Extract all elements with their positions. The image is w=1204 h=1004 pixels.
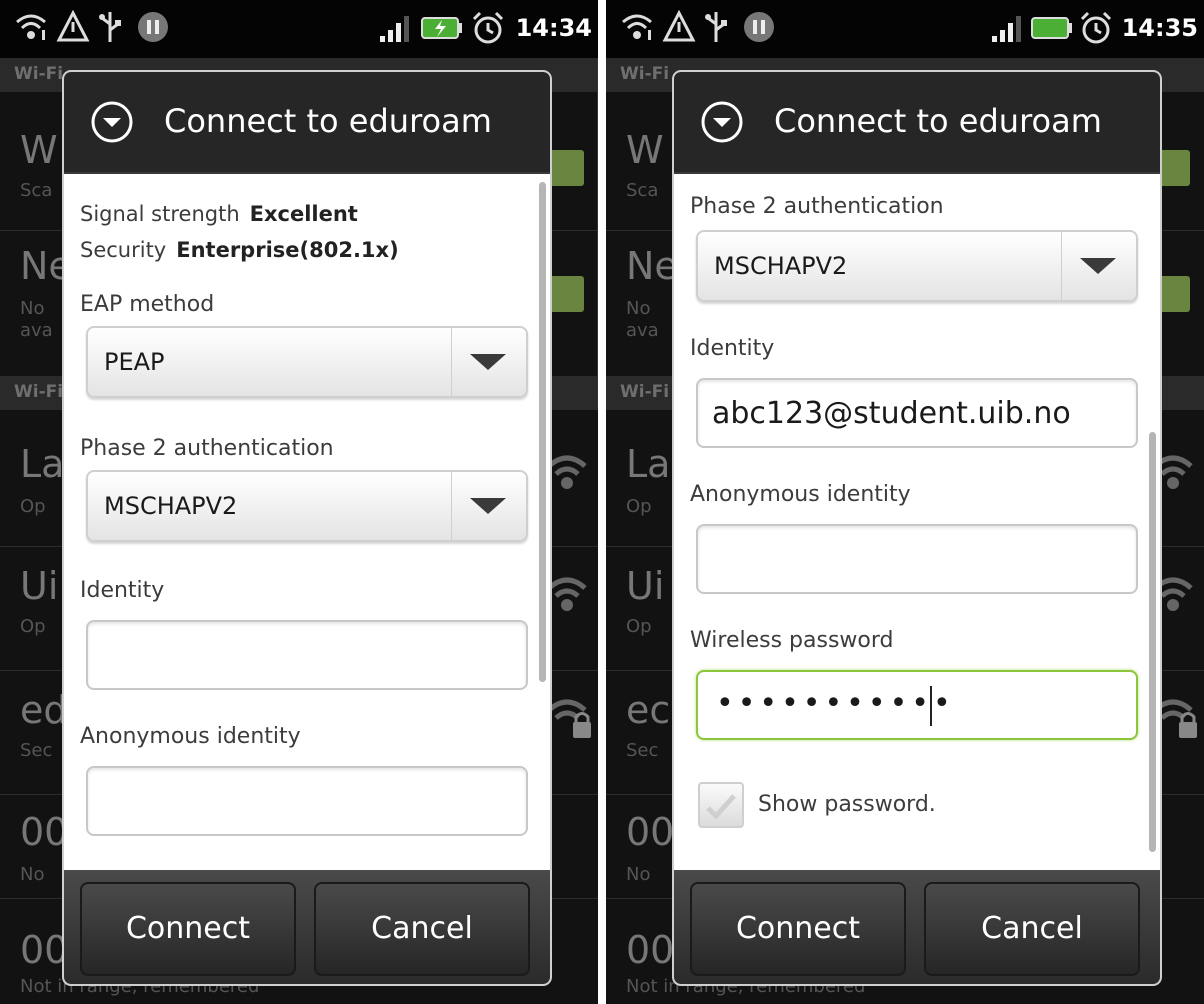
warning-icon xyxy=(662,10,696,42)
list-item-title: La xyxy=(20,442,65,486)
list-item-subtitle: Sca xyxy=(626,180,659,201)
eap-method-value: PEAP xyxy=(104,348,165,376)
dialog-title: Connect to eduroam xyxy=(774,102,1102,140)
wireless-password-label: Wireless password xyxy=(690,628,894,653)
list-item-subtitle: Sec xyxy=(20,740,53,761)
list-item-title: ed xyxy=(20,688,68,732)
anonymous-identity-label: Anonymous identity xyxy=(690,482,911,507)
identity-value: abc123@student.uib.no xyxy=(712,396,1071,431)
list-item-title: Ui xyxy=(626,564,665,608)
security-value: Enterprise(802.1x) xyxy=(176,238,399,262)
list-item-subtitle: Op xyxy=(626,616,652,637)
dropdown-arrow-icon xyxy=(470,498,506,514)
list-item-subtitle: Sca xyxy=(20,180,53,201)
list-item-subtitle: Sec xyxy=(626,740,659,761)
list-item-subtitle: No xyxy=(20,864,45,885)
list-item-title: Ne xyxy=(626,244,678,288)
phase2-auth-label: Phase 2 authentication xyxy=(690,194,944,219)
cell-signal-icon xyxy=(380,16,409,42)
dialog-button-bar: Connect Cancel xyxy=(64,870,550,984)
status-bar: 14:35 xyxy=(606,0,1204,58)
wireless-password-field[interactable]: ••••••••••• xyxy=(696,670,1138,740)
cancel-button[interactable]: Cancel xyxy=(314,882,530,976)
list-item-subtitle: No xyxy=(626,864,651,885)
list-item-title: ec xyxy=(626,688,671,732)
alarm-icon xyxy=(1080,11,1112,44)
show-password-checkbox[interactable] xyxy=(698,782,744,828)
connect-button[interactable]: Connect xyxy=(690,882,906,976)
list-item-title: W xyxy=(626,128,664,172)
dialog-body[interactable]: Phase 2 authentication MSCHAPV2 Identity… xyxy=(674,174,1160,870)
dialog-scrollbar[interactable] xyxy=(539,182,546,682)
wifi-signal-icon xyxy=(622,14,652,40)
eap-method-label: EAP method xyxy=(80,292,215,317)
dialog-body[interactable]: Signal strength Excellent Security Enterpr… xyxy=(64,174,550,870)
usb-icon xyxy=(705,12,727,42)
password-value: ••••••••••• xyxy=(716,686,955,721)
cancel-button[interactable]: Cancel xyxy=(924,882,1140,976)
anonymous-identity-field[interactable] xyxy=(86,766,528,836)
list-item-title: Ui xyxy=(20,564,59,608)
anonymous-identity-label: Anonymous identity xyxy=(80,724,301,749)
phase2-auth-value: MSCHAPV2 xyxy=(104,492,238,520)
list-item-subtitle: No ava xyxy=(626,298,659,341)
dialog-title-bar: Connect to eduroam xyxy=(674,72,1160,174)
checkbox-icon xyxy=(548,276,584,312)
checkbox-icon xyxy=(548,150,584,186)
phase2-auth-select[interactable]: MSCHAPV2 xyxy=(86,470,528,542)
list-item-subtitle: Op xyxy=(626,496,652,517)
cell-signal-icon xyxy=(992,16,1021,42)
connect-dialog: Connect to eduroam Signal strength Excell… xyxy=(62,70,552,986)
dialog-button-bar: Connect Cancel xyxy=(674,870,1160,984)
phase2-auth-label: Phase 2 authentication xyxy=(80,436,334,461)
alarm-icon xyxy=(472,11,504,44)
warning-icon xyxy=(56,10,90,42)
wifi-lock-icon xyxy=(547,699,591,738)
signal-strength: Signal strength Excellent xyxy=(80,202,358,226)
phone-screen-left: 14:34 Wi-Fi W Sca Ne No ava Wi-Fi La Op … xyxy=(0,0,598,1004)
app-notification-icon xyxy=(744,12,774,42)
status-bar: 14:34 xyxy=(0,0,598,58)
dialog-scrollbar[interactable] xyxy=(1149,432,1156,852)
phase2-auth-value: MSCHAPV2 xyxy=(714,252,848,280)
dropdown-arrow-icon xyxy=(1080,258,1116,274)
connect-dialog: Connect to eduroam Phase 2 authenticatio… xyxy=(672,70,1162,986)
list-item-subtitle: No ava xyxy=(20,298,53,341)
list-item-title: W xyxy=(20,128,58,172)
identity-field[interactable]: abc123@student.uib.no xyxy=(696,378,1138,448)
checkmark-icon xyxy=(706,794,736,820)
security-info: Security Enterprise(802.1x) xyxy=(80,238,399,262)
phase2-auth-select[interactable]: MSCHAPV2 xyxy=(696,230,1138,302)
chevron-down-circle-icon xyxy=(91,101,133,143)
list-item-title: 00 xyxy=(626,810,675,854)
text-caret xyxy=(930,686,932,726)
phone-screen-right: 14:35 Wi-Fi W Sca Ne No ava Wi-Fi La Op … xyxy=(606,0,1204,1004)
connect-button[interactable]: Connect xyxy=(80,882,296,976)
list-item-title: La xyxy=(626,442,671,486)
list-item-subtitle: Op xyxy=(20,496,46,517)
identity-label: Identity xyxy=(80,578,165,603)
dialog-title-bar: Connect to eduroam xyxy=(64,72,550,174)
list-item-title: 00 xyxy=(626,928,675,972)
dropdown-arrow-icon xyxy=(470,354,506,370)
show-password-label: Show password. xyxy=(758,792,936,817)
eap-method-select[interactable]: PEAP xyxy=(86,326,528,398)
clock: 14:34 xyxy=(515,14,592,42)
usb-icon xyxy=(99,12,121,42)
chevron-down-circle-icon xyxy=(701,101,743,143)
battery-charging-icon xyxy=(421,17,462,39)
app-notification-icon xyxy=(138,12,168,42)
list-item-subtitle: Op xyxy=(20,616,46,637)
signal-strength-value: Excellent xyxy=(249,202,358,226)
identity-label: Identity xyxy=(690,336,775,361)
anonymous-identity-field[interactable] xyxy=(696,524,1138,594)
clock: 14:35 xyxy=(1121,14,1198,42)
battery-full-icon xyxy=(1031,17,1072,39)
dialog-title: Connect to eduroam xyxy=(164,102,492,140)
identity-field[interactable] xyxy=(86,620,528,690)
wifi-signal-icon xyxy=(16,14,46,40)
